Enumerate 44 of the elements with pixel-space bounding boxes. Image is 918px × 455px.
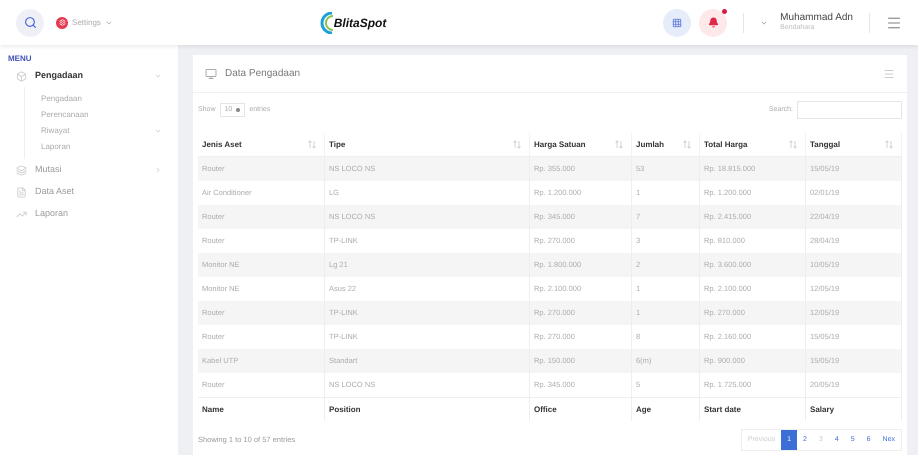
footer-cell: Age <box>632 398 700 421</box>
sort-icon[interactable] <box>885 140 893 149</box>
settings-icon <box>56 16 68 28</box>
sidebar-item[interactable]: Pengadaan <box>8 65 170 87</box>
sidebar-item[interactable]: Data Aset <box>8 181 170 203</box>
sort-icon[interactable] <box>789 140 797 149</box>
sort-icon[interactable] <box>615 140 623 149</box>
footer-cell: Start date <box>700 398 806 421</box>
menu-item-icon <box>16 70 27 82</box>
sort-icon[interactable] <box>683 140 691 149</box>
sidebar-item[interactable]: Laporan <box>8 203 170 225</box>
menu-heading: MENU <box>8 53 32 65</box>
search-button[interactable] <box>16 8 44 36</box>
sidebar-item[interactable]: Mutasi <box>8 159 170 181</box>
notifications-button[interactable] <box>699 8 728 36</box>
menu-item-icon <box>16 186 27 198</box>
grid-icon <box>672 18 682 28</box>
card-title: Data Pengadaan <box>225 67 300 81</box>
column-header[interactable]: Jumlah <box>632 133 700 156</box>
monitor-icon <box>205 68 217 80</box>
column-header[interactable]: Jenis Aset <box>198 133 325 156</box>
footer-cell: Position <box>325 398 530 421</box>
apps-button[interactable] <box>663 8 692 36</box>
footer-cell: Office <box>530 398 632 421</box>
search-icon <box>24 16 36 29</box>
sort-icon[interactable] <box>513 140 521 149</box>
menu-icon[interactable] <box>886 14 902 30</box>
user-name: Muhammad Adn <box>780 12 853 24</box>
column-header[interactable]: Tipe <box>325 133 530 156</box>
column-header[interactable]: Tanggal <box>806 133 902 156</box>
sort-icon[interactable] <box>308 140 316 149</box>
column-header[interactable]: Harga Satuan <box>530 133 632 156</box>
footer-cell: Salary <box>806 398 902 421</box>
chevron-icon <box>154 166 162 174</box>
menu-icon[interactable] <box>883 68 895 80</box>
chevron-icon <box>154 72 162 80</box>
menu-item-icon <box>16 164 27 176</box>
logo-swoosh-icon <box>320 12 334 34</box>
chevron-icon <box>154 127 162 135</box>
search-field[interactable] <box>797 101 902 119</box>
bell-icon <box>708 17 719 28</box>
footer-cell: Name <box>198 398 325 421</box>
column-header[interactable]: Total Harga <box>700 133 806 156</box>
logo: BlitaSpot <box>320 12 386 34</box>
